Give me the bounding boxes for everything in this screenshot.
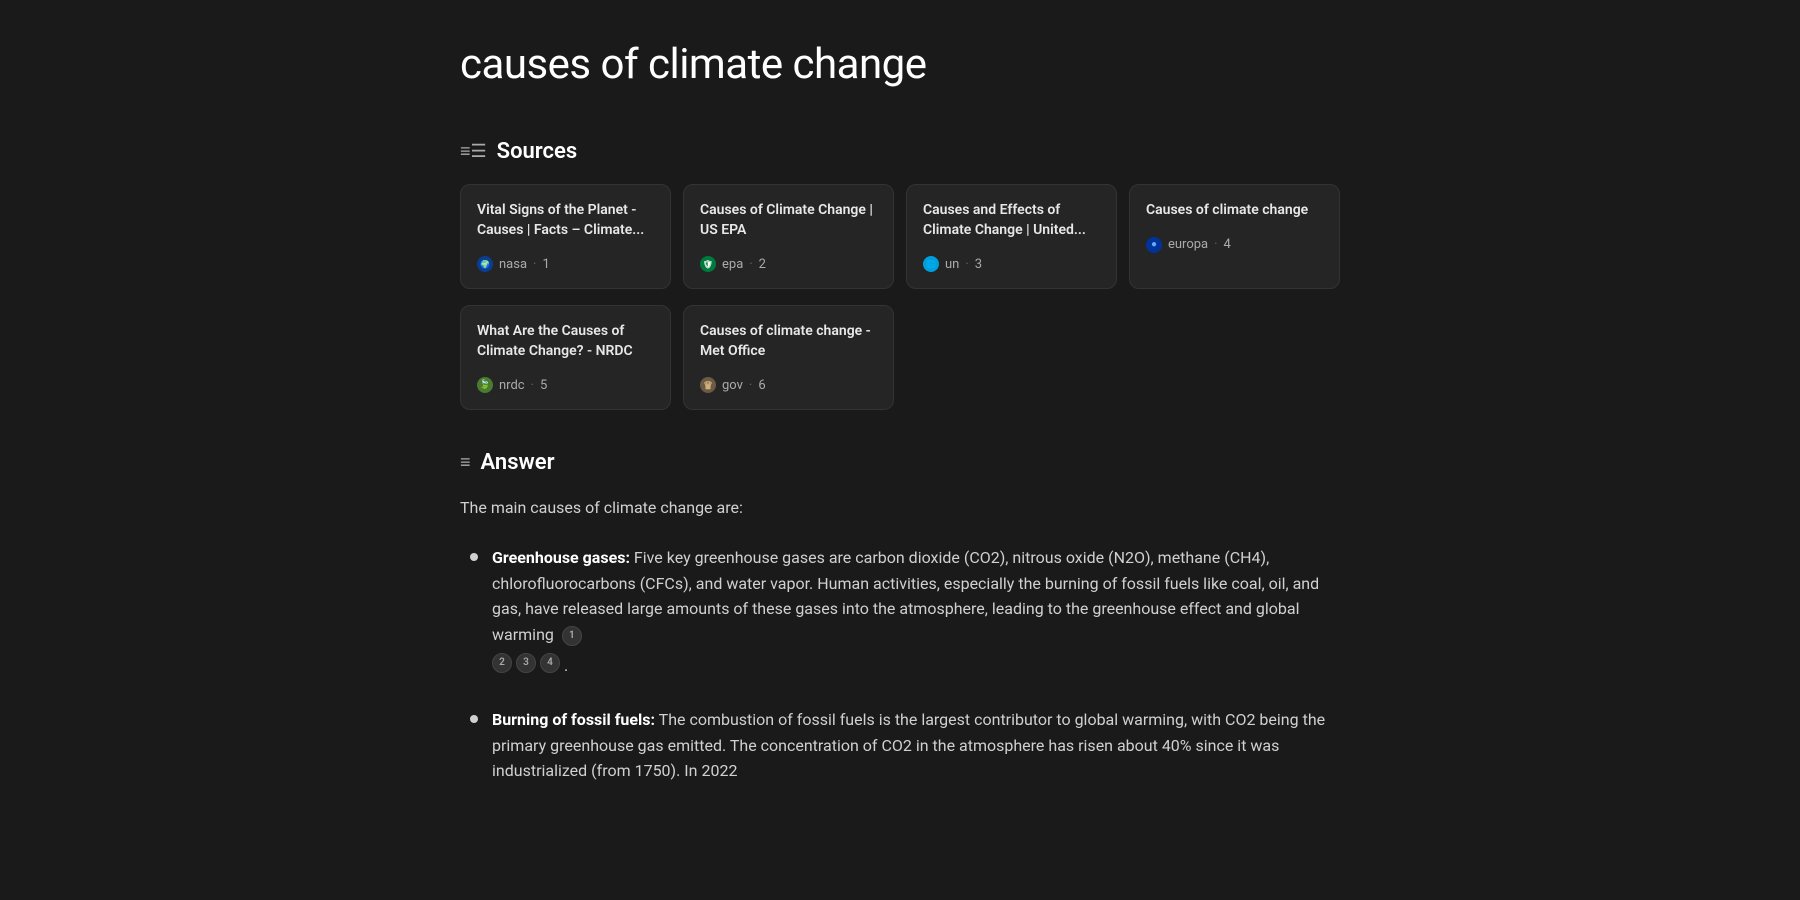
source-6-favicon: ♛	[700, 377, 716, 393]
source-2-number: 2	[759, 257, 766, 272]
sources-title: Sources	[497, 139, 578, 164]
source-5-number: 5	[540, 378, 547, 393]
source-6-number: 6	[758, 378, 765, 393]
source-6-name: gov	[722, 378, 743, 393]
answer-intro: The main causes of climate change are:	[460, 495, 1340, 521]
source-card-1[interactable]: Vital Signs of the Planet - Causes | Fac…	[460, 184, 671, 289]
source-card-2-title: Causes of Climate Change | US EPA	[700, 201, 877, 240]
bullet-1	[470, 553, 478, 561]
source-1-name: nasa	[499, 257, 527, 272]
source-card-6-meta: ♛ gov · 6	[700, 377, 877, 393]
source-card-1-meta: 🌍 nasa · 1	[477, 256, 654, 272]
citation-badge-2: 2	[492, 653, 512, 673]
answer-item-2-term: Burning of fossil fuels:	[492, 710, 655, 729]
answer-section-header: ≡ Answer	[460, 450, 1340, 475]
sources-grid-row1: Vital Signs of the Planet - Causes | Fac…	[460, 184, 1340, 289]
citation-badge-4: 4	[540, 653, 560, 673]
sources-icon: ≡☰	[460, 141, 487, 162]
answer-item-1-term: Greenhouse gases:	[492, 548, 630, 567]
sources-section-header: ≡☰ Sources	[460, 139, 1340, 164]
source-card-4-meta: ● europa · 4	[1146, 237, 1323, 253]
source-card-4-title: Causes of climate change	[1146, 201, 1323, 221]
source-card-1-title: Vital Signs of the Planet - Causes | Fac…	[477, 201, 654, 240]
source-card-3[interactable]: Causes and Effects of Climate Change | U…	[906, 184, 1117, 289]
citation-badge-3: 3	[516, 653, 536, 673]
main-container: causes of climate change ≡☰ Sources Vita…	[400, 0, 1400, 824]
source-2-favicon: 🛡	[700, 256, 716, 272]
answer-item-2-content: Burning of fossil fuels: The combustion …	[492, 707, 1340, 784]
source-card-5[interactable]: What Are the Causes of Climate Change? -…	[460, 305, 671, 410]
source-3-number: 3	[975, 257, 982, 272]
source-5-name: nrdc	[499, 378, 525, 393]
source-3-name: un	[945, 257, 959, 272]
source-4-name: europa	[1168, 237, 1208, 252]
source-card-5-title: What Are the Causes of Climate Change? -…	[477, 322, 654, 361]
answer-list: Greenhouse gases: Five key greenhouse ga…	[460, 545, 1340, 784]
sources-grid-row2: What Are the Causes of Climate Change? -…	[460, 305, 1340, 410]
source-card-2[interactable]: Causes of Climate Change | US EPA 🛡 epa …	[683, 184, 894, 289]
source-1-number: 1	[542, 257, 549, 272]
source-2-name: epa	[722, 257, 743, 272]
bullet-2	[470, 715, 478, 723]
answer-item-1-citations-inline: 1	[562, 626, 582, 646]
source-card-6-title: Causes of climate change - Met Office	[700, 322, 877, 361]
source-card-4[interactable]: Causes of climate change ● europa · 4	[1129, 184, 1340, 289]
source-4-favicon: ●	[1146, 237, 1162, 253]
answer-item-1-content: Greenhouse gases: Five key greenhouse ga…	[492, 545, 1340, 679]
source-3-favicon: 🌐	[923, 256, 939, 272]
source-card-2-meta: 🛡 epa · 2	[700, 256, 877, 272]
source-card-5-meta: 🍃 nrdc · 5	[477, 377, 654, 393]
source-card-6[interactable]: Causes of climate change - Met Office ♛ …	[683, 305, 894, 410]
source-card-3-meta: 🌐 un · 3	[923, 256, 1100, 272]
answer-list-item-2: Burning of fossil fuels: The combustion …	[470, 707, 1340, 784]
answer-icon: ≡	[460, 452, 471, 473]
answer-item-1-citations-row: 2 3 4 .	[492, 653, 1340, 679]
answer-list-item-1: Greenhouse gases: Five key greenhouse ga…	[470, 545, 1340, 679]
page-title: causes of climate change	[460, 40, 1340, 89]
source-1-favicon: 🌍	[477, 256, 493, 272]
source-5-favicon: 🍃	[477, 377, 493, 393]
answer-section: ≡ Answer The main causes of climate chan…	[460, 450, 1340, 783]
source-card-3-title: Causes and Effects of Climate Change | U…	[923, 201, 1100, 240]
source-4-number: 4	[1224, 237, 1231, 252]
citation-badge-1: 1	[562, 626, 582, 646]
answer-title: Answer	[481, 450, 555, 475]
